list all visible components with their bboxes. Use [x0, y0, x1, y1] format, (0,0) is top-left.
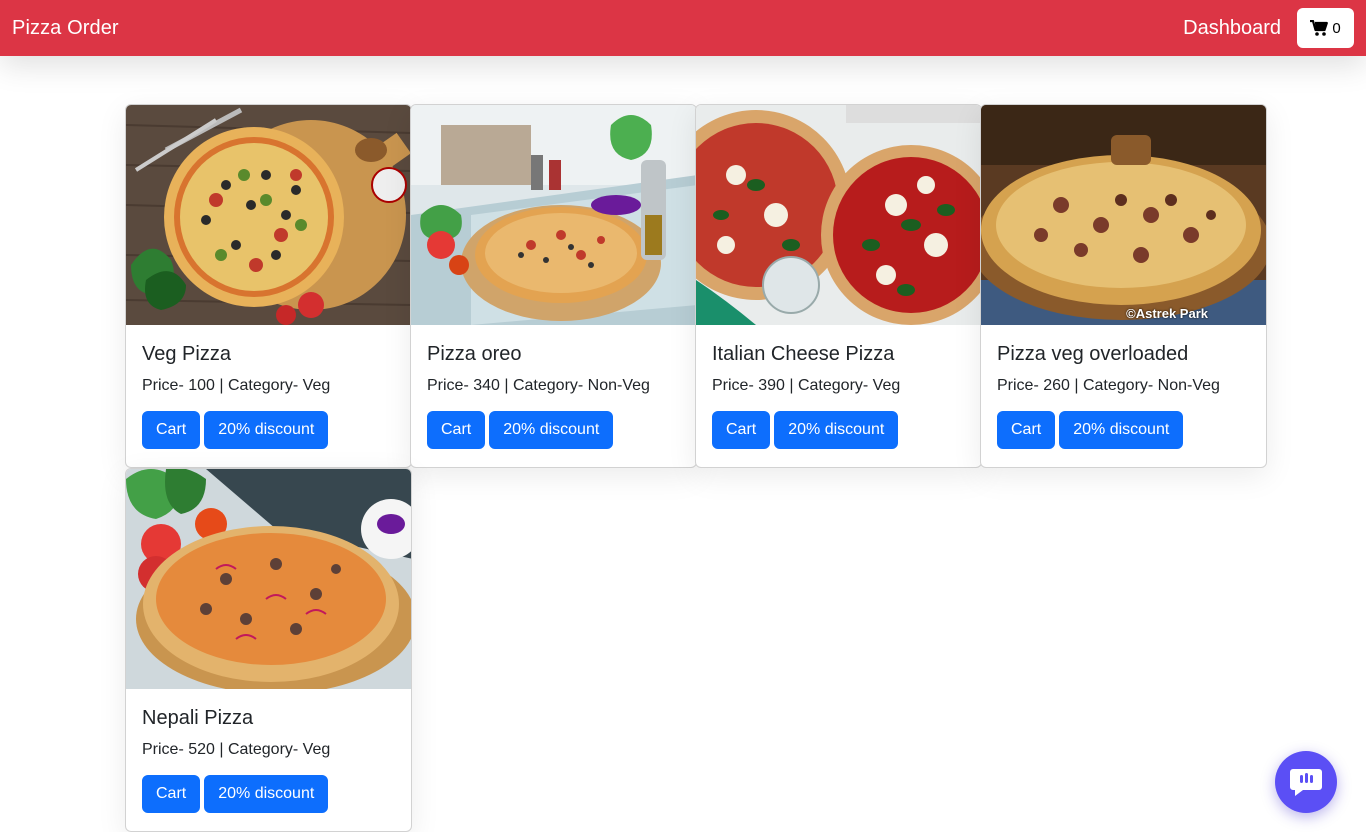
chat-button[interactable] — [1275, 751, 1337, 813]
product-card: Veg Pizza Price- 100 | Category- Veg Car… — [125, 104, 412, 468]
product-name: Pizza veg overloaded — [997, 343, 1189, 365]
product-image — [126, 469, 411, 689]
product-meta: Price- 100 | Category- Veg — [142, 377, 331, 394]
product-name: Italian Cheese Pizza — [712, 343, 895, 365]
discount-button[interactable]: 20% discount — [204, 775, 329, 813]
add-to-cart-button[interactable]: Cart — [712, 411, 771, 449]
product-card: ©Astrek Park Pizza veg overloaded Price-… — [980, 104, 1267, 468]
product-card: Italian Cheese Pizza Price- 390 | Catego… — [695, 104, 982, 468]
cart-button[interactable]: 0 — [1297, 8, 1354, 48]
card-body: Nepali Pizza Price- 520 | Category- Veg … — [126, 689, 411, 813]
add-to-cart-button[interactable]: Cart — [427, 411, 486, 449]
add-to-cart-button[interactable]: Cart — [142, 411, 201, 449]
product-name: Nepali Pizza — [142, 707, 254, 729]
card-actions: Cart 20% discount — [427, 411, 680, 449]
card-body: Italian Cheese Pizza Price- 390 | Catego… — [696, 325, 981, 449]
product-meta: Price- 340 | Category- Non-Veg — [427, 377, 650, 394]
discount-button[interactable]: 20% discount — [774, 411, 899, 449]
product-card: Nepali Pizza Price- 520 | Category- Veg … — [125, 468, 412, 832]
product-image — [411, 105, 696, 325]
product-meta: Price- 520 | Category- Veg — [142, 741, 331, 758]
chat-bubble-icon — [1290, 769, 1322, 796]
card-actions: Cart 20% discount — [712, 411, 965, 449]
card-body: Veg Pizza Price- 100 | Category- Veg Car… — [126, 325, 411, 449]
brand-title[interactable]: Pizza Order — [12, 17, 119, 40]
cart-count: 0 — [1332, 19, 1341, 37]
dashboard-link[interactable]: Dashboard — [1183, 17, 1281, 40]
shopping-cart-icon — [1310, 20, 1329, 36]
discount-button[interactable]: 20% discount — [204, 411, 329, 449]
product-name: Pizza oreo — [427, 343, 522, 365]
product-meta: Price- 390 | Category- Veg — [712, 377, 901, 394]
product-name: Veg Pizza — [142, 343, 231, 365]
product-card: Pizza oreo Price- 340 | Category- Non-Ve… — [410, 104, 697, 468]
card-body: Pizza veg overloaded Price- 260 | Catego… — [981, 325, 1266, 449]
discount-button[interactable]: 20% discount — [1059, 411, 1184, 449]
discount-button[interactable]: 20% discount — [489, 411, 614, 449]
card-actions: Cart 20% discount — [142, 775, 395, 813]
card-actions: Cart 20% discount — [142, 411, 395, 449]
product-image — [126, 105, 411, 325]
product-meta: Price- 260 | Category- Non-Veg — [997, 377, 1220, 394]
add-to-cart-button[interactable]: Cart — [142, 775, 201, 813]
product-image — [696, 105, 981, 325]
image-watermark: ©Astrek Park — [1126, 306, 1208, 321]
product-image: ©Astrek Park — [981, 105, 1266, 325]
card-body: Pizza oreo Price- 340 | Category- Non-Ve… — [411, 325, 696, 449]
add-to-cart-button[interactable]: Cart — [997, 411, 1056, 449]
product-grid: Veg Pizza Price- 100 | Category- Veg Car… — [125, 104, 1268, 832]
nav-right: Dashboard 0 — [1183, 8, 1354, 48]
card-actions: Cart 20% discount — [997, 411, 1250, 449]
top-navbar: Pizza Order Dashboard 0 — [0, 0, 1366, 56]
